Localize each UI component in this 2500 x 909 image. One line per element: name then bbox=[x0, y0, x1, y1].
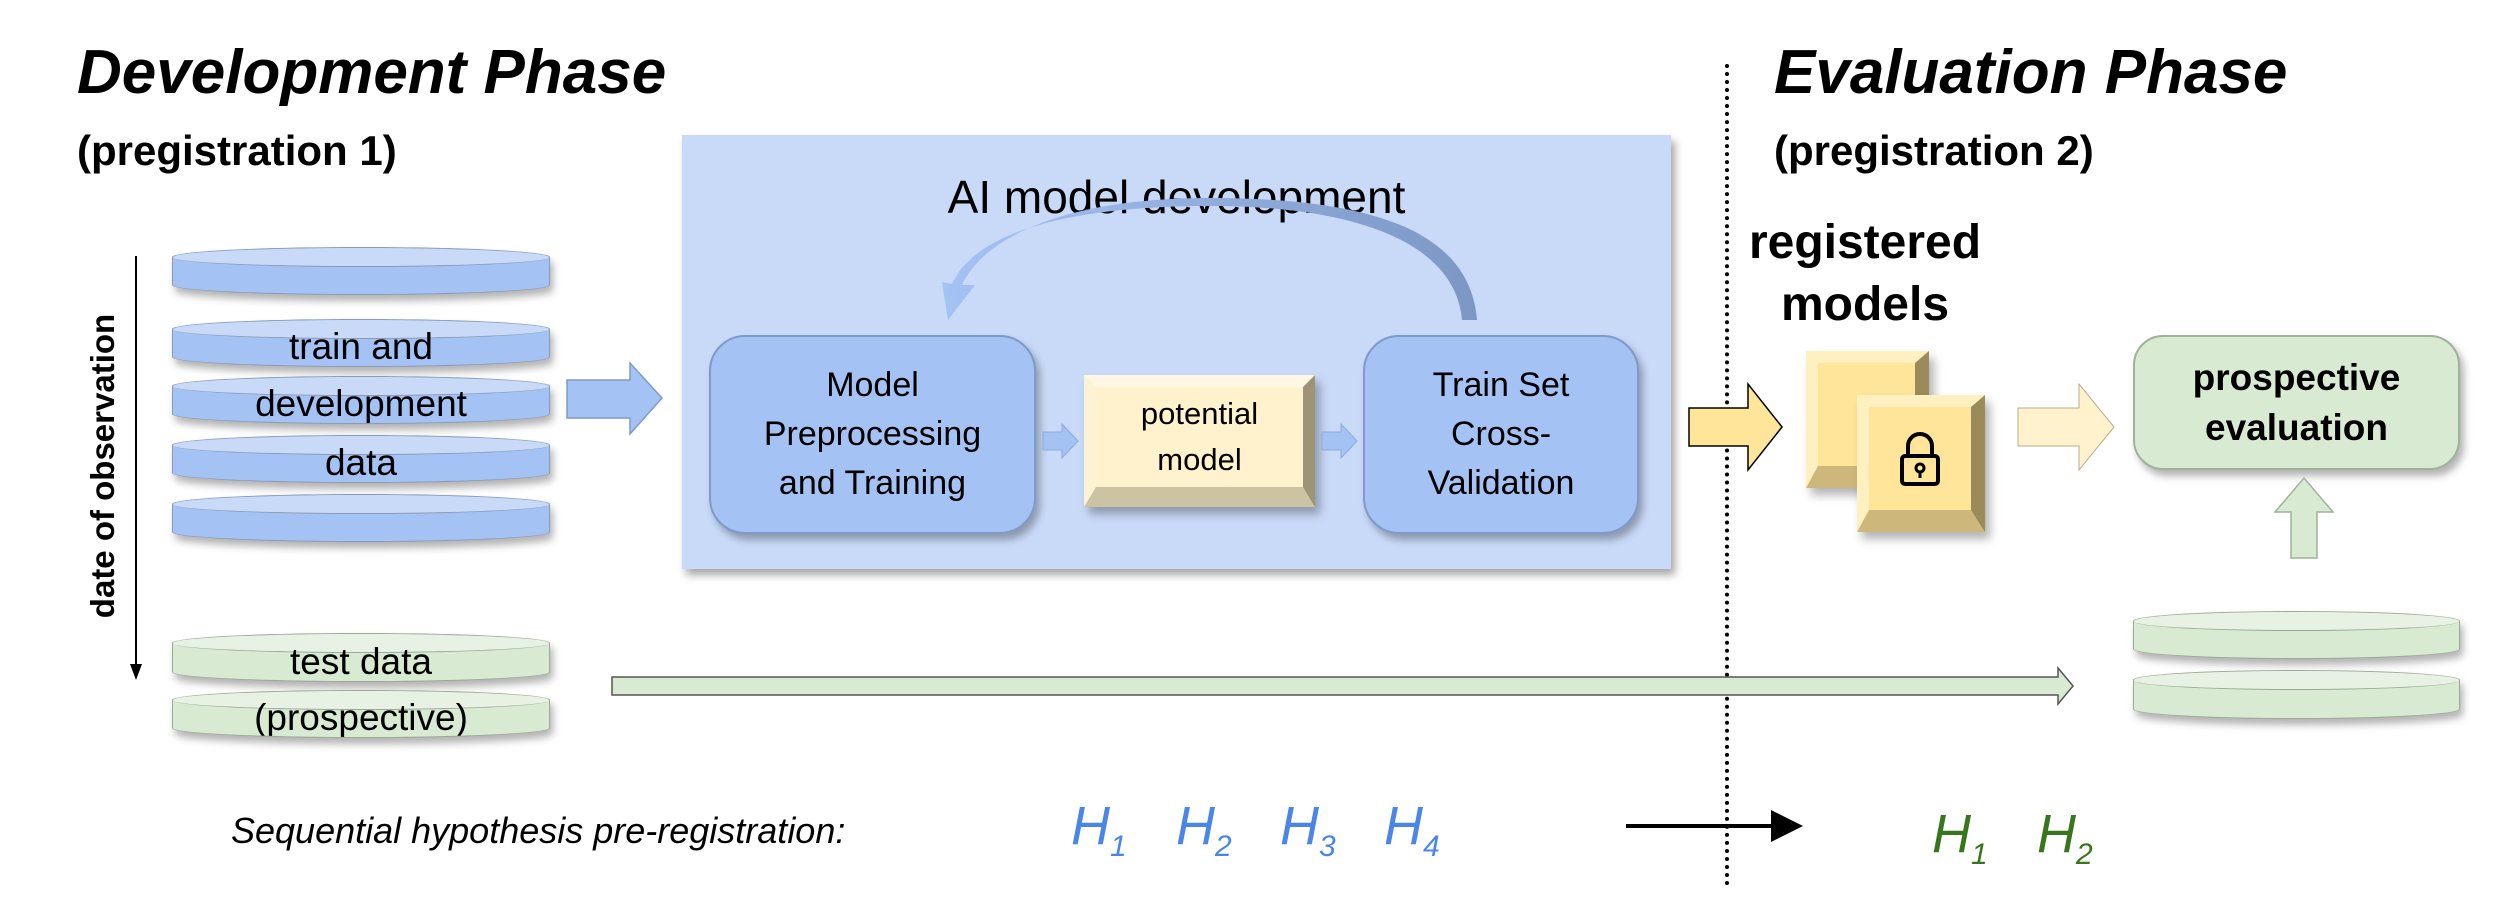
hypothesis-index: 2 bbox=[1215, 829, 1232, 863]
hypothesis-letter: H bbox=[1384, 796, 1423, 856]
hypothesis-h1-eval: H1 bbox=[1932, 803, 1988, 872]
hypothesis-letter: H bbox=[1932, 804, 1971, 864]
models-to-evaluation-arrow bbox=[2017, 382, 2115, 472]
data-to-evaluation-arrow bbox=[2273, 476, 2335, 559]
train-data-label: data bbox=[324, 442, 397, 483]
hypothesis-index: 1 bbox=[1110, 829, 1127, 863]
hypothesis-index: 4 bbox=[1423, 829, 1440, 863]
hypothesis-h2-eval: H2 bbox=[2037, 803, 2093, 872]
hypothesis-label: Sequential hypothesis pre-registration: bbox=[231, 810, 846, 851]
time-axis-arrowhead bbox=[130, 664, 142, 680]
model-to-validation-arrow bbox=[1321, 422, 1358, 460]
train-data-label: development bbox=[255, 383, 467, 424]
hypothesis-letter: H bbox=[1071, 796, 1110, 856]
diagram: Development Phase (pregistration 1) Eval… bbox=[0, 0, 2500, 909]
training-to-model-arrow bbox=[1042, 422, 1079, 460]
test-data-transfer-arrow bbox=[611, 665, 2074, 707]
test-data-label: (prospective) bbox=[254, 697, 468, 738]
hypothesis-letter: H bbox=[1176, 796, 1215, 856]
train-data-label: train and bbox=[289, 326, 433, 367]
hypothesis-index: 1 bbox=[1971, 837, 1988, 871]
test-data-label: test data bbox=[290, 640, 432, 682]
iteration-loop-arrow bbox=[942, 198, 1477, 320]
hypothesis-h2-dev: H2 bbox=[1176, 795, 1232, 864]
hypothesis-h3-dev: H3 bbox=[1280, 795, 1336, 864]
hypothesis-index: 3 bbox=[1319, 829, 1336, 863]
register-models-arrow bbox=[1688, 381, 1783, 473]
hypothesis-h1-dev: H1 bbox=[1071, 795, 1127, 864]
data-to-development-arrow bbox=[566, 361, 664, 436]
hypothesis-h4-dev: H4 bbox=[1384, 795, 1440, 864]
hypothesis-letter: H bbox=[1280, 796, 1319, 856]
hypothesis-index: 2 bbox=[2076, 837, 2093, 871]
hypothesis-letter: H bbox=[2037, 804, 2076, 864]
